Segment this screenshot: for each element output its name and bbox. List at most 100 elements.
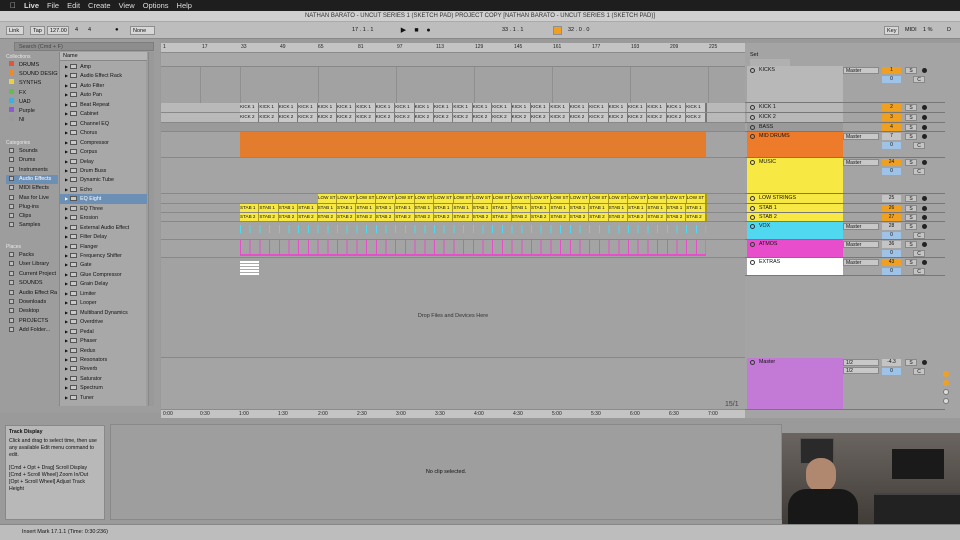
clip[interactable]: LOW ST: [453, 194, 474, 203]
clip[interactable]: STAB 1: [550, 204, 570, 212]
track-number[interactable]: 3: [882, 114, 901, 121]
clip[interactable]: STAB 2: [628, 213, 648, 221]
track-number[interactable]: 25: [882, 195, 901, 202]
mixer-row-atmos[interactable]: ATMOS Master 36 0 S C: [745, 240, 945, 258]
clip[interactable]: KICK 2: [628, 113, 648, 122]
disclosure-triangle-icon[interactable]: ▶: [65, 177, 68, 182]
track-number[interactable]: 28: [882, 223, 901, 230]
time-ruler[interactable]: 0:00 0:30 1:00 1:30 2:00 2:30 3:00 3:30 4:00 4:30…: [161, 409, 745, 418]
clip[interactable]: STAB 2: [569, 213, 590, 221]
center-button[interactable]: C: [913, 368, 925, 375]
category-item[interactable]: Clips: [6, 212, 58, 221]
solo-button[interactable]: S: [905, 359, 917, 366]
browser-item[interactable]: ▶ Flanger: [60, 242, 147, 251]
track-lane-master[interactable]: [161, 358, 745, 410]
output-routing-select[interactable]: Master: [843, 223, 879, 230]
clip[interactable]: STAB 2: [298, 213, 318, 221]
clip[interactable]: STAB 2: [356, 213, 376, 221]
collection-item[interactable]: SOUND DESIGN: [6, 70, 58, 79]
browser-item[interactable]: ▶ Spectrum: [60, 383, 147, 392]
beat-ruler[interactable]: 1 17 33 49 65 81 97 113 129 145 161 177 193 209 225: [161, 43, 745, 53]
place-item[interactable]: SOUNDS: [6, 279, 58, 288]
clip[interactable]: LOW ST: [395, 194, 415, 203]
clip[interactable]: KICK 2: [240, 113, 260, 122]
disclosure-triangle-icon[interactable]: ▶: [65, 102, 68, 107]
clip[interactable]: KICK 2: [550, 113, 570, 122]
browser-item[interactable]: ▶ Corpus: [60, 147, 147, 156]
clip[interactable]: LOW ST: [473, 194, 493, 203]
solo-button[interactable]: S: [905, 214, 917, 221]
solo-button[interactable]: S: [905, 104, 917, 111]
disclosure-triangle-icon[interactable]: ▶: [65, 300, 68, 305]
fold-icon[interactable]: [750, 68, 755, 73]
clip[interactable]: KICK 1: [375, 103, 396, 112]
track-header[interactable]: KICK 1: [747, 103, 843, 112]
solo-button[interactable]: S: [905, 259, 917, 266]
solo-button[interactable]: S: [905, 241, 917, 248]
browser-item[interactable]: ▶ Gate: [60, 260, 147, 269]
track-header[interactable]: VOX: [747, 222, 843, 239]
track-number[interactable]: 43: [882, 259, 901, 266]
fold-icon[interactable]: [750, 105, 755, 110]
clip[interactable]: STAB 1: [569, 204, 590, 212]
clip[interactable]: LOW ST: [376, 194, 396, 203]
clip[interactable]: KICK 1: [628, 103, 648, 112]
collection-item[interactable]: NI: [6, 116, 58, 125]
mixer-row-low-strings[interactable]: LOW STRINGS 25 S: [745, 194, 945, 204]
clip-mid-drums[interactable]: [240, 132, 706, 157]
clip[interactable]: STAB 2: [686, 213, 706, 221]
browser-scrollbar[interactable]: [148, 52, 154, 406]
fold-icon[interactable]: [750, 125, 755, 130]
clip[interactable]: STAB 2: [453, 213, 473, 221]
browser-item[interactable]: ▶ Channel EQ: [60, 119, 147, 128]
clip[interactable]: KICK 2: [453, 113, 473, 122]
disclosure-triangle-icon[interactable]: ▶: [65, 395, 68, 400]
clip[interactable]: LOW ST: [356, 194, 377, 203]
clip[interactable]: STAB 2: [531, 213, 551, 221]
clip[interactable]: STAB 2: [492, 213, 512, 221]
clip[interactable]: KICK 2: [511, 113, 531, 122]
track-lane-kick2[interactable]: KICK 2 KICK 2 KICK 2 KICK 2 KICK 2 KICK 2 KICK…: [161, 113, 745, 123]
clip[interactable]: STAB 1: [278, 204, 299, 212]
clip[interactable]: LOW ST: [550, 194, 571, 203]
clip[interactable]: LOW ST: [512, 194, 532, 203]
returns-indicator-icon[interactable]: [943, 398, 949, 404]
browser-item[interactable]: ▶ Tuner: [60, 393, 147, 402]
clip[interactable]: STAB 2: [414, 213, 434, 221]
clip[interactable]: STAB 2: [375, 213, 396, 221]
browser-item[interactable]: ▶ Cabinet: [60, 109, 147, 118]
clip[interactable]: STAB 2: [511, 213, 531, 221]
clip[interactable]: KICK 2: [298, 113, 318, 122]
clip[interactable]: LOW ST: [415, 194, 435, 203]
browser-item[interactable]: ▶ Multiband Dynamics: [60, 308, 147, 317]
clip[interactable]: STAB 2: [550, 213, 570, 221]
stop-icon[interactable]: ■: [412, 26, 421, 35]
tap-button[interactable]: Tap: [30, 26, 45, 35]
clip[interactable]: STAB 1: [240, 204, 260, 212]
clip[interactable]: STAB 1: [337, 204, 357, 212]
clip[interactable]: KICK 1: [589, 103, 609, 112]
loop-toggle[interactable]: [553, 26, 562, 35]
arm-icon[interactable]: [922, 206, 927, 211]
disclosure-triangle-icon[interactable]: ▶: [65, 83, 68, 88]
disclosure-triangle-icon[interactable]: ▶: [65, 310, 68, 315]
clip[interactable]: STAB 1: [589, 204, 609, 212]
disclosure-triangle-icon[interactable]: ▶: [65, 215, 68, 220]
track-number[interactable]: 26: [882, 205, 901, 212]
clip[interactable]: STAB 2: [608, 213, 628, 221]
browser-item[interactable]: ▶ Dynamic Tube: [60, 175, 147, 184]
loop-length-field[interactable]: 32 . 0 . 0: [566, 26, 598, 35]
clip[interactable]: KICK 2: [395, 113, 415, 122]
disclosure-triangle-icon[interactable]: ▶: [65, 130, 68, 135]
clip[interactable]: STAB 1: [705, 204, 707, 212]
disclosure-triangle-icon[interactable]: ▶: [65, 272, 68, 277]
disclosure-triangle-icon[interactable]: ▶: [65, 92, 68, 97]
clip[interactable]: STAB 2: [337, 213, 357, 221]
category-item[interactable]: Instruments: [6, 166, 58, 175]
browser-item[interactable]: ▶ Auto Filter: [60, 81, 147, 90]
track-volume[interactable]: 0: [882, 142, 901, 149]
disclosure-triangle-icon[interactable]: ▶: [65, 206, 68, 211]
clip[interactable]: STAB 1: [375, 204, 396, 212]
mixer-row-kick-2[interactable]: KICK 2 3S: [745, 113, 945, 123]
detail-view[interactable]: No clip selected.: [110, 424, 782, 520]
